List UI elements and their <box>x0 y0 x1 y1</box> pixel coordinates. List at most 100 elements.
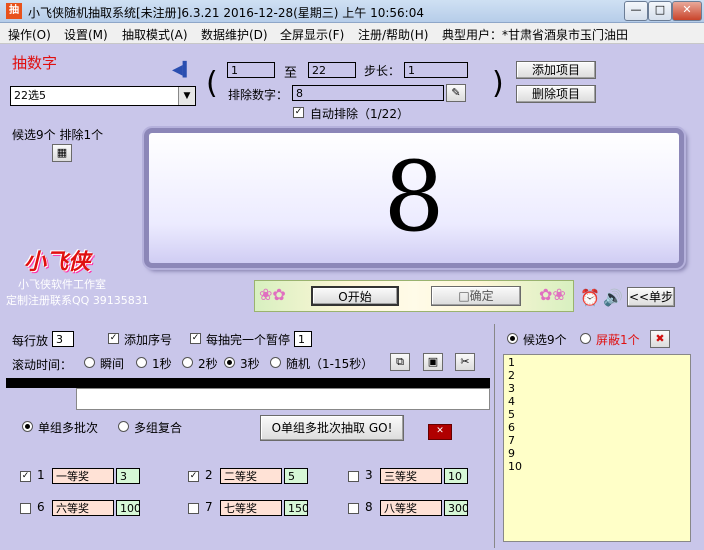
single-step-button[interactable]: <<单步 <box>627 287 675 307</box>
speed-1s-label: 1秒 <box>152 357 172 371</box>
result-field[interactable] <box>76 388 490 410</box>
to-input[interactable]: 22 <box>308 62 356 78</box>
prize-3-count[interactable]: 10 <box>444 468 468 484</box>
mode-heading: 抽数字 <box>12 54 58 72</box>
batch-draw-go-button[interactable]: O单组多批次抽取 GO! <box>260 415 404 441</box>
preset-select[interactable]: 22选5 ▼ <box>10 86 196 106</box>
prize-6-checkbox[interactable] <box>20 503 31 514</box>
per-line-input[interactable]: 3 <box>52 331 74 347</box>
scroll-time-label: 滚动时间： <box>12 358 73 372</box>
list-item[interactable]: 2 <box>508 369 515 382</box>
list-item[interactable]: 3 <box>508 382 515 395</box>
prize-3-name[interactable]: 三等奖 <box>380 468 442 484</box>
prize-7-index: 7 <box>205 500 213 514</box>
speed-instant-label: 瞬间 <box>100 357 125 371</box>
menu-bar: 操作(O) 设置(M) 抽取模式(A) 数据维护(D) 全屏显示(F) 注册/帮… <box>0 23 704 44</box>
collapse-arrow-icon[interactable]: ◀▍ <box>172 62 194 78</box>
studio-name: 小飞侠软件工作室 <box>18 278 106 291</box>
chevron-down-icon[interactable]: ▼ <box>178 87 195 105</box>
prize-2-name[interactable]: 二等奖 <box>220 468 282 484</box>
prize-8-checkbox[interactable] <box>348 503 359 514</box>
list-item[interactable]: 4 <box>508 395 515 408</box>
list-item[interactable]: 1 <box>508 356 515 369</box>
delete-item-button[interactable]: 删除项目 <box>516 85 596 103</box>
list-item[interactable]: 6 <box>508 421 515 434</box>
prize-2-checkbox[interactable]: ✓ <box>188 471 199 482</box>
auto-exclude-checkbox[interactable]: ✓ <box>293 107 304 118</box>
prize-6-name[interactable]: 六等奖 <box>52 500 114 516</box>
prize-8-name[interactable]: 八等奖 <box>380 500 442 516</box>
speed-instant-radio[interactable] <box>84 357 95 368</box>
speed-random-radio[interactable] <box>270 357 281 368</box>
eraser-icon[interactable]: ✎ <box>446 84 466 102</box>
prize-1-checkbox[interactable]: ✓ <box>20 471 31 482</box>
pause-checkbox[interactable]: ✓ <box>190 333 201 344</box>
start-button[interactable]: O开始 <box>311 286 399 306</box>
hidden-radio[interactable] <box>580 333 591 344</box>
candidates-radio[interactable] <box>507 333 518 344</box>
prize-1-name[interactable]: 一等奖 <box>52 468 114 484</box>
speed-3s-radio[interactable] <box>224 357 235 368</box>
prize-2-index: 2 <box>205 468 213 482</box>
prize-7-checkbox[interactable] <box>188 503 199 514</box>
prize-6-count[interactable]: 100 <box>116 500 140 516</box>
speed-1s-radio[interactable] <box>136 357 147 368</box>
speed-2s-radio[interactable] <box>182 357 193 368</box>
step-input[interactable]: 1 <box>404 62 468 78</box>
menu-mode[interactable]: 抽取模式(A) <box>122 26 188 43</box>
confirm-button[interactable]: □确定 <box>431 286 521 306</box>
prize-3-checkbox[interactable] <box>348 471 359 482</box>
close-button[interactable]: ✕ <box>672 1 702 21</box>
prize-2-count[interactable]: 5 <box>284 468 308 484</box>
speed-random-label: 随机（1-15秒） <box>286 357 374 371</box>
exclude-input[interactable]: 8 <box>292 85 444 101</box>
add-item-button[interactable]: 添加项目 <box>516 61 596 79</box>
minimize-button[interactable]: — <box>624 1 648 21</box>
prize-7-name[interactable]: 七等奖 <box>220 500 282 516</box>
multi-group-radio[interactable] <box>118 421 129 432</box>
menu-operate[interactable]: 操作(O) <box>8 26 51 43</box>
menu-data[interactable]: 数据维护(D) <box>201 26 268 43</box>
prize-1-index: 1 <box>37 468 45 482</box>
hidden-label: 屏蔽1个 <box>596 333 640 347</box>
from-input[interactable]: 1 <box>227 62 275 78</box>
list-item[interactable]: 5 <box>508 408 515 421</box>
maximize-button[interactable]: □ <box>648 1 672 21</box>
per-line-label: 每行放 <box>12 334 49 348</box>
clock-icon[interactable]: ⏰ <box>580 288 600 307</box>
single-group-radio[interactable] <box>22 421 33 432</box>
speaker-icon[interactable]: 🔊 <box>603 288 623 307</box>
save-icon[interactable]: ▣ <box>423 353 443 371</box>
add-serial-checkbox[interactable]: ✓ <box>108 333 119 344</box>
auto-exclude-label: 自动排除（1/22） <box>310 107 409 121</box>
typical-user: 典型用户：*甘肃省酒泉市玉门油田 <box>442 28 629 42</box>
control-ribbon: ❀✿ ✿❀ O开始 □确定 <box>254 280 574 312</box>
candidates-label: 候选9个 <box>523 333 567 347</box>
prize-1-count[interactable]: 3 <box>116 468 140 484</box>
stop-icon[interactable]: ✕ <box>428 424 452 440</box>
menu-fullscreen[interactable]: 全屏显示(F) <box>280 26 344 43</box>
prize-7-count[interactable]: 150 <box>284 500 308 516</box>
prize-8-count[interactable]: 300 <box>444 500 468 516</box>
list-item[interactable]: 9 <box>508 447 515 460</box>
remove-icon[interactable]: ✖ <box>650 330 670 348</box>
candidate-list[interactable]: 1 2 3 4 5 6 7 9 10 <box>503 354 691 542</box>
copy-icon[interactable]: ⧉ <box>390 353 410 371</box>
clear-icon[interactable]: ✂ <box>455 353 475 371</box>
list-item[interactable]: 10 <box>508 460 522 473</box>
list-item[interactable]: 7 <box>508 434 515 447</box>
title-bar: 抽 小飞侠随机抽取系统[未注册]6.3.21 2016-12-28(星期三) 上… <box>0 0 704 23</box>
add-serial-label: 添加序号 <box>124 333 173 347</box>
prize-8-index: 8 <box>365 500 373 514</box>
contact-info: 定制注册联系QQ 39135831 <box>6 294 149 307</box>
main-area: 抽数字 22选5 ▼ ◀▍ ( ) 1 至 22 步长： 1 排除数字： 8 ✎… <box>0 44 704 550</box>
calendar-icon[interactable]: ▦ <box>52 144 72 162</box>
menu-settings[interactable]: 设置(M) <box>64 26 108 43</box>
speed-2s-label: 2秒 <box>198 357 218 371</box>
draw-display: 8 <box>144 128 684 268</box>
rolling-strip <box>6 378 490 388</box>
multi-group-label: 多组复合 <box>134 421 183 435</box>
menu-help[interactable]: 注册/帮助(H) <box>358 26 428 43</box>
pause-input[interactable]: 1 <box>294 331 312 347</box>
window-title: 小飞侠随机抽取系统[未注册]6.3.21 2016-12-28(星期三) 上午 … <box>28 6 424 20</box>
